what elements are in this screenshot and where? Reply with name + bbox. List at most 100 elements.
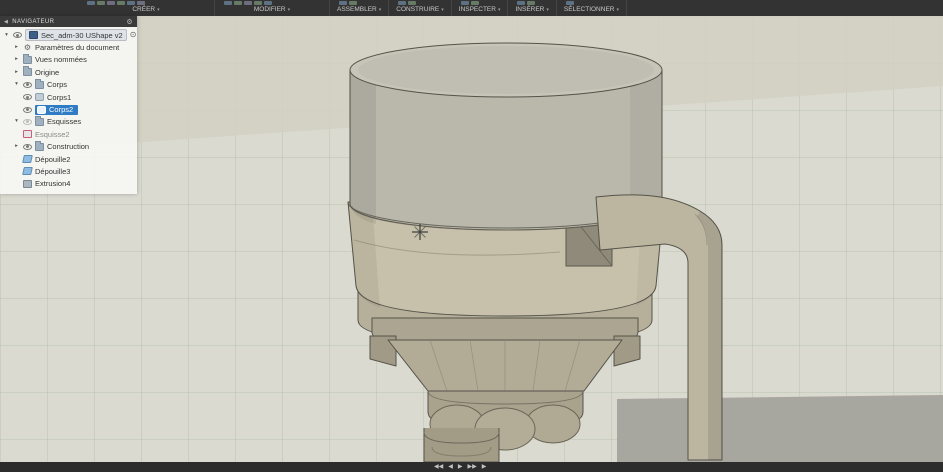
browser-item-origine[interactable]: ▸ Origine [0, 66, 137, 78]
toolbar-group-creer: CRÉER ▾ [78, 0, 215, 16]
browser-item-vues-nommees[interactable]: ▸ Vues nommées [0, 53, 137, 66]
visibility-eye-icon[interactable] [23, 118, 32, 125]
chevron-down-icon: ▾ [378, 7, 382, 13]
toolbar-group-assembler: ASSEMBLER ▾ [330, 0, 390, 16]
tool-icon[interactable] [87, 1, 95, 5]
menu-inspecter-label: INSPECTER [458, 6, 496, 13]
menu-modifier-label: MODIFIER [253, 6, 286, 13]
chevron-down-icon: ▾ [616, 7, 619, 13]
tool-icon[interactable] [470, 1, 479, 5]
menu-inspecter[interactable]: INSPECTER ▾ [459, 6, 501, 16]
tool-icon[interactable] [137, 1, 145, 5]
browser-item-corps1[interactable]: Corps1 [0, 91, 137, 103]
viewport-canvas[interactable] [0, 16, 943, 462]
timeline-bar: ◀◀ ◀ ▶ ▶▶ ▶ [0, 462, 943, 472]
menu-assembler[interactable]: ASSEMBLER ▾ [337, 6, 381, 16]
browser-item-label: Esquisses [47, 117, 82, 127]
menu-inserer[interactable]: INSÉRER ▾ [515, 6, 548, 16]
tool-icon[interactable] [517, 1, 526, 5]
expander-icon[interactable]: ▾ [13, 81, 20, 88]
timeline-go-start-button[interactable]: ◀◀ [434, 462, 443, 472]
browser-item-label: Origine [35, 67, 60, 77]
menu-inserer-label: INSÉRER [515, 6, 545, 13]
visibility-eye-icon[interactable] [23, 81, 32, 88]
expander-icon[interactable]: ▸ [13, 44, 20, 51]
tool-icon[interactable] [254, 1, 262, 5]
tool-icon[interactable] [460, 1, 469, 5]
root-document-pill: Sec_adm-30 UShape v2 [25, 29, 127, 42]
menu-construire-label: CONSTRUIRE [396, 6, 440, 13]
tool-icon[interactable] [97, 1, 105, 5]
chevron-down-icon: ▾ [441, 7, 444, 13]
menu-creer[interactable]: CRÉER ▾ [132, 6, 159, 16]
browser-item-construction[interactable]: ▸ Construction [0, 140, 137, 153]
toolbar-group-construire: CONSTRUIRE ▾ [389, 0, 452, 16]
document-icon [29, 31, 38, 40]
browser-item-corps2[interactable]: Corps2 [0, 103, 137, 115]
browser-item-label: Paramètres du document [35, 43, 120, 53]
expander-icon[interactable]: ▸ [13, 56, 20, 63]
folder-icon [35, 115, 44, 126]
menu-construire[interactable]: CONSTRUIRE ▾ [396, 6, 444, 16]
tool-icon[interactable] [107, 1, 115, 5]
browser-item-depouille2[interactable]: Dépouille2 [0, 153, 137, 165]
chevron-down-icon: ▾ [157, 7, 160, 13]
activate-radio-icon[interactable]: ⊙ [130, 31, 137, 39]
tool-icon[interactable] [349, 1, 357, 5]
browser-tree: ▾ Sec_adm-30 UShape v2 ⊙ ▸ ⚙ Paramètres … [0, 27, 137, 190]
toolbar-group-selectionner: SÉLECTIONNER ▾ [557, 0, 627, 16]
top-toolbar: CRÉER ▾ MODIFIER ▾ ASSEMBLER ▾ CONSTRUIR… [0, 0, 943, 16]
visibility-eye-icon[interactable] [23, 106, 32, 113]
timeline-step-back-button[interactable]: ◀ [448, 462, 453, 472]
toolbar-group-inserer: INSÉRER ▾ [508, 0, 557, 16]
chevron-down-icon: ▾ [497, 7, 501, 13]
toolbar-group-modifier: MODIFIER ▾ [215, 0, 330, 16]
expander-icon[interactable]: ▾ [13, 118, 20, 125]
chevron-down-icon: ▾ [546, 7, 549, 13]
visibility-eye-icon[interactable] [23, 143, 32, 150]
tool-icon[interactable] [408, 1, 417, 5]
browser-item-root[interactable]: ▾ Sec_adm-30 UShape v2 ⊙ [0, 29, 137, 42]
menu-modifier[interactable]: MODIFIER ▾ [254, 6, 290, 16]
folder-icon [23, 53, 32, 64]
browser-item-depouille3[interactable]: Dépouille3 [0, 165, 137, 177]
tool-icon[interactable] [565, 1, 574, 5]
visibility-eye-icon[interactable] [13, 32, 22, 39]
tool-icon[interactable] [398, 1, 407, 5]
tool-icon[interactable] [244, 1, 252, 5]
menu-selectionner-label: SÉLECTIONNER [563, 6, 615, 13]
toolbar-group-inspecter: INSPECTER ▾ [452, 0, 509, 16]
collapse-panel-icon[interactable]: ◀ [4, 19, 8, 25]
expander-icon[interactable]: ▸ [13, 143, 20, 150]
browser-item-corps[interactable]: ▾ Corps [0, 78, 137, 91]
browser-item-esquisses[interactable]: ▾ Esquisses [0, 115, 137, 128]
tool-icon[interactable] [234, 1, 242, 5]
expander-icon[interactable]: ▾ [3, 32, 10, 39]
visibility-eye-icon[interactable] [23, 94, 32, 101]
browser-item-label: Sec_adm-30 UShape v2 [41, 30, 123, 40]
browser-item-parametres[interactable]: ▸ ⚙ Paramètres du document [0, 41, 137, 53]
browser-item-esquisse2[interactable]: Esquisse2 [0, 128, 137, 140]
timeline-step-forward-button[interactable]: ▶ [458, 462, 463, 472]
tool-icon[interactable] [117, 1, 125, 5]
selected-item-highlight: Corps2 [35, 104, 79, 115]
tool-icon[interactable] [339, 1, 347, 5]
browser-title: NAVIGATEUR [12, 18, 55, 25]
body-icon [37, 105, 46, 114]
browser-item-label: Corps1 [47, 92, 72, 102]
draft-feature-icon [22, 155, 33, 164]
timeline-play-button[interactable]: ▶ [482, 462, 487, 472]
browser-item-label: Corps [47, 80, 68, 90]
tool-icon[interactable] [127, 1, 135, 5]
tool-icon[interactable] [224, 1, 232, 5]
tool-icon[interactable] [527, 1, 536, 5]
expander-icon[interactable]: ▸ [13, 69, 20, 76]
gear-icon[interactable]: ⚙ [126, 18, 133, 26]
timeline-go-end-button[interactable]: ▶▶ [467, 462, 476, 472]
tool-icon[interactable] [264, 1, 272, 5]
menu-selectionner[interactable]: SÉLECTIONNER ▾ [564, 6, 619, 16]
folder-icon [23, 66, 32, 77]
browser-item-extrusion4[interactable]: Extrusion4 [0, 178, 137, 190]
chevron-down-icon: ▾ [287, 7, 291, 13]
